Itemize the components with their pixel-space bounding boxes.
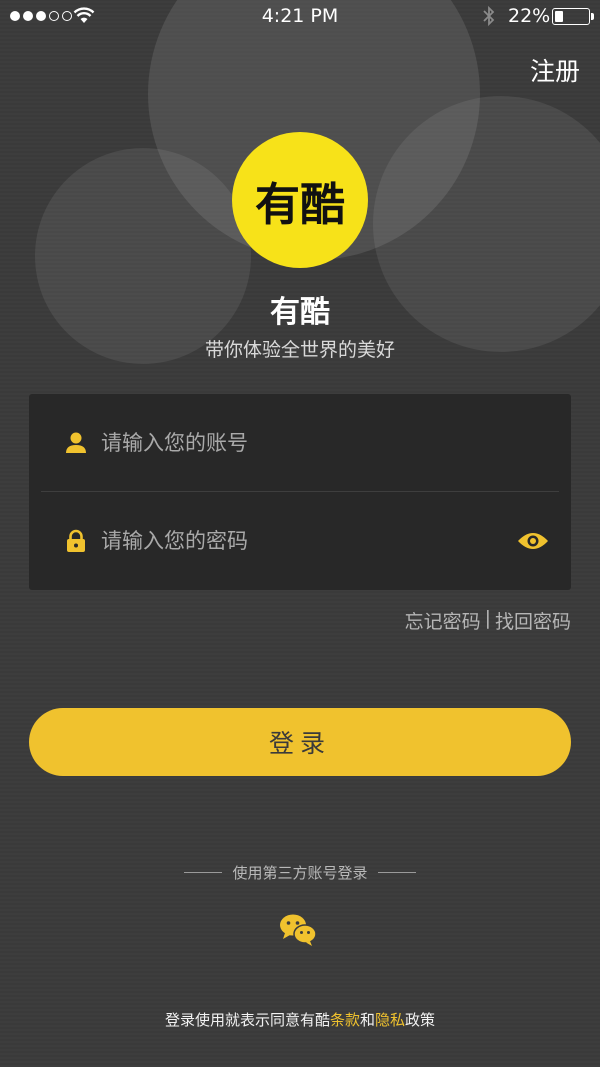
login-button[interactable]: 登录 — [29, 708, 571, 776]
register-button[interactable]: 注册 — [530, 52, 580, 88]
password-help-links: 忘记密码 | 找回密码 — [405, 607, 571, 634]
login-screen: 4:21 PM 22% 注册 有酷 有酷 带你体验全世界的美好 请输入您的账号 … — [0, 0, 600, 1067]
recover-password-link[interactable]: 找回密码 — [495, 607, 571, 634]
agreement-prefix: 登录使用就表示同意有酷 — [164, 1011, 330, 1029]
account-field — [29, 394, 571, 492]
agreement-and: 和 — [359, 1011, 375, 1029]
password-input[interactable] — [101, 521, 501, 561]
account-input[interactable] — [101, 423, 501, 463]
lock-icon — [67, 529, 85, 552]
agreement-text: 登录使用就表示同意有酷条款和隐私政策 — [0, 1009, 600, 1030]
wechat-icon[interactable] — [279, 913, 317, 947]
divider-line — [184, 872, 223, 873]
divider-line — [377, 872, 416, 873]
app-logo: 有酷 — [232, 132, 368, 268]
password-field — [29, 492, 571, 590]
logo-text: 有酷 — [254, 177, 345, 231]
battery-icon — [552, 8, 590, 25]
battery-cap — [591, 13, 594, 20]
terms-link[interactable]: 条款 — [330, 1011, 360, 1029]
forgot-password-link[interactable]: 忘记密码 — [405, 607, 481, 634]
bluetooth-icon — [483, 5, 495, 27]
login-form — [29, 394, 571, 590]
battery-level — [555, 11, 563, 22]
decorative-circle — [35, 148, 251, 364]
link-separator: | — [484, 607, 491, 629]
app-name: 有酷 — [270, 295, 330, 330]
status-bar: 4:21 PM 22% — [0, 0, 600, 34]
battery-percent: 22% — [508, 5, 551, 27]
eye-icon[interactable] — [517, 530, 549, 552]
user-icon — [66, 432, 86, 453]
third-party-login-label: 使用第三方账号登录 — [0, 862, 600, 883]
agreement-suffix: 政策 — [405, 1011, 436, 1029]
privacy-link[interactable]: 隐私 — [375, 1011, 405, 1029]
third-party-text: 使用第三方账号登录 — [232, 864, 368, 882]
app-slogan: 带你体验全世界的美好 — [204, 339, 395, 361]
